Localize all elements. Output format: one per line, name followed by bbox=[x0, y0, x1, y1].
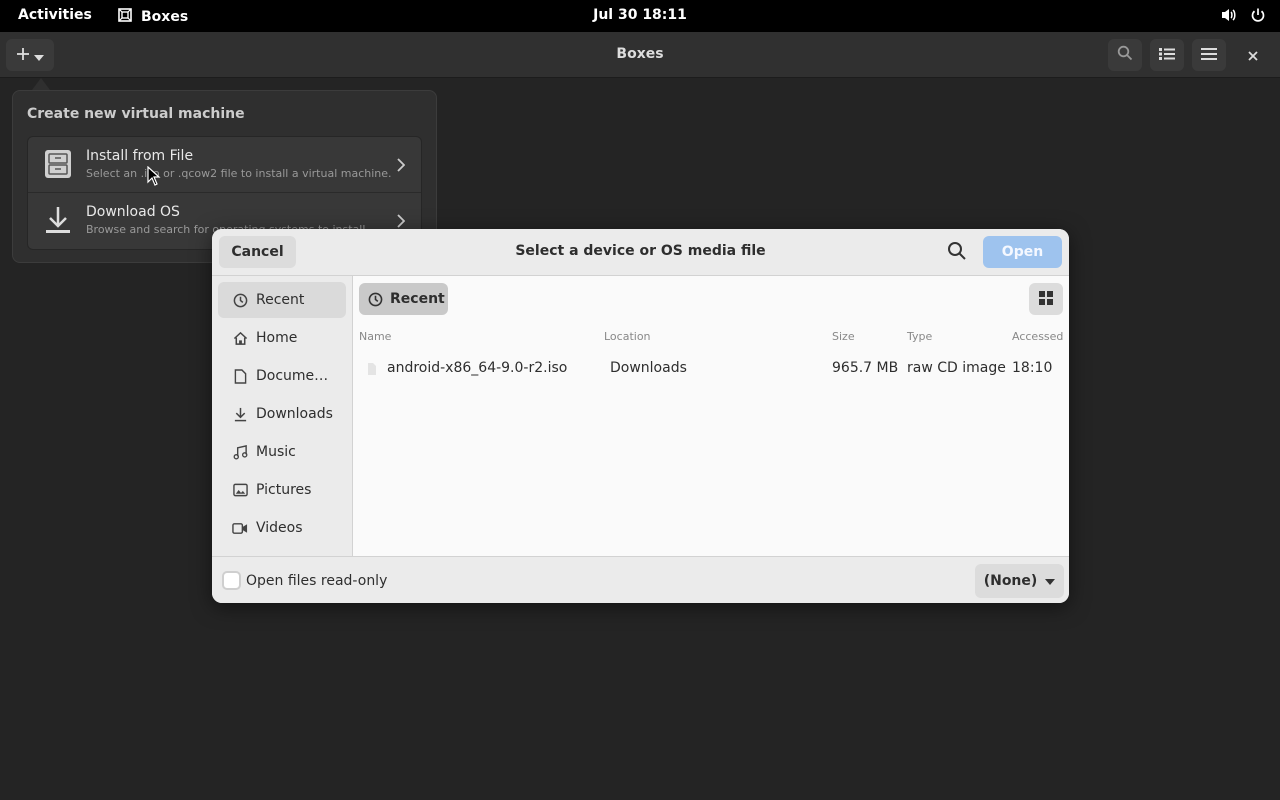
download-os-title: Download OS bbox=[86, 204, 180, 220]
file-list-area: Recent Name Location Size Type Accessed … bbox=[353, 276, 1069, 556]
read-only-checkbox[interactable] bbox=[222, 571, 241, 590]
document-icon bbox=[232, 368, 248, 384]
dialog-footer: Open files read-only (None) bbox=[212, 556, 1069, 603]
hamburger-menu-icon bbox=[1201, 46, 1217, 65]
window-title: Boxes bbox=[616, 46, 664, 62]
clock[interactable]: Jul 30 18:11 bbox=[593, 7, 687, 23]
sidebar-item-pictures[interactable]: Pictures bbox=[218, 472, 346, 508]
file-type: raw CD image bbox=[907, 360, 1006, 376]
dialog-title: Select a device or OS media file bbox=[515, 243, 766, 259]
sidebar-item-documents[interactable]: Docume… bbox=[218, 358, 346, 394]
popover-heading: Create new virtual machine bbox=[27, 106, 245, 122]
column-header-name[interactable]: Name bbox=[359, 330, 391, 343]
list-view-button[interactable] bbox=[1150, 39, 1184, 71]
videos-icon bbox=[232, 520, 248, 536]
volume-icon bbox=[1220, 7, 1238, 27]
file-location: Downloads bbox=[610, 360, 687, 376]
sidebar-item-music[interactable]: Music bbox=[218, 434, 346, 470]
sidebar-item-label: Videos bbox=[256, 520, 303, 536]
column-header-type[interactable]: Type bbox=[907, 330, 932, 343]
sidebar-item-label: Recent bbox=[256, 292, 305, 308]
close-window-button[interactable] bbox=[1242, 44, 1264, 66]
file-size: 965.7 MB bbox=[832, 360, 899, 376]
file-icon bbox=[367, 362, 377, 380]
recent-icon bbox=[232, 292, 248, 308]
file-filter-dropdown[interactable]: (None) bbox=[975, 564, 1064, 598]
open-button[interactable]: Open bbox=[983, 236, 1062, 268]
install-from-file-title: Install from File bbox=[86, 148, 194, 164]
music-icon bbox=[232, 444, 248, 460]
dialog-header: Cancel Select a device or OS media file … bbox=[212, 229, 1069, 276]
system-menu[interactable] bbox=[1220, 7, 1266, 27]
location-label: Recent bbox=[390, 291, 445, 307]
sidebar-item-home[interactable]: Home bbox=[218, 320, 346, 356]
chevron-down-icon bbox=[1045, 573, 1056, 589]
install-from-file-subtitle: Select an .iso or .qcow2 file to install… bbox=[86, 167, 392, 180]
places-sidebar: Recent Home Docume… Downloads Music Pict… bbox=[212, 276, 353, 556]
search-button[interactable] bbox=[1108, 39, 1142, 71]
popover-arrow bbox=[32, 78, 50, 90]
boxes-headerbar: Boxes bbox=[0, 32, 1280, 78]
search-icon bbox=[1117, 45, 1133, 65]
app-menu[interactable]: Boxes bbox=[117, 7, 188, 27]
file-name: android-x86_64-9.0-r2.iso bbox=[387, 360, 568, 376]
sidebar-item-label: Home bbox=[256, 330, 298, 346]
chevron-right-icon bbox=[397, 157, 406, 176]
sidebar-item-downloads[interactable]: Downloads bbox=[218, 396, 346, 432]
power-icon bbox=[1250, 7, 1266, 27]
download-icon bbox=[43, 205, 73, 235]
home-icon bbox=[232, 330, 248, 346]
grid-view-button[interactable] bbox=[1029, 283, 1063, 315]
column-header-accessed[interactable]: Accessed bbox=[1012, 330, 1063, 343]
file-accessed: 18:10 bbox=[1012, 360, 1053, 376]
grid-view-icon bbox=[1039, 290, 1053, 309]
location-recent-button[interactable]: Recent bbox=[359, 283, 448, 315]
list-view-icon bbox=[1159, 46, 1175, 65]
main-menu-button[interactable] bbox=[1192, 39, 1226, 71]
close-icon bbox=[1248, 46, 1258, 65]
column-header-size[interactable]: Size bbox=[832, 330, 855, 343]
app-menu-label: Boxes bbox=[141, 9, 189, 25]
file-cabinet-icon bbox=[43, 149, 73, 179]
read-only-label[interactable]: Open files read-only bbox=[246, 573, 387, 589]
mouse-pointer-icon bbox=[147, 165, 161, 190]
recent-icon bbox=[368, 292, 383, 307]
install-from-file-row[interactable]: Install from File Select an .iso or .qco… bbox=[28, 137, 421, 193]
search-icon[interactable] bbox=[947, 241, 967, 265]
sidebar-item-label: Pictures bbox=[256, 482, 312, 498]
file-chooser-dialog: Cancel Select a device or OS media file … bbox=[212, 229, 1069, 603]
filter-selected-value: (None) bbox=[983, 573, 1038, 589]
sidebar-item-recent[interactable]: Recent bbox=[218, 282, 346, 318]
top-bar: Activities Boxes Jul 30 18:11 bbox=[0, 0, 1280, 32]
sidebar-item-label: Docume… bbox=[256, 368, 329, 384]
download-icon bbox=[232, 406, 248, 422]
sidebar-item-videos[interactable]: Videos bbox=[218, 510, 346, 546]
sidebar-item-label: Music bbox=[256, 444, 296, 460]
activities-button[interactable]: Activities bbox=[18, 7, 92, 23]
column-header-location[interactable]: Location bbox=[604, 330, 651, 343]
pictures-icon bbox=[232, 482, 248, 498]
sidebar-item-label: Downloads bbox=[256, 406, 333, 422]
boxes-app-icon bbox=[117, 7, 133, 27]
